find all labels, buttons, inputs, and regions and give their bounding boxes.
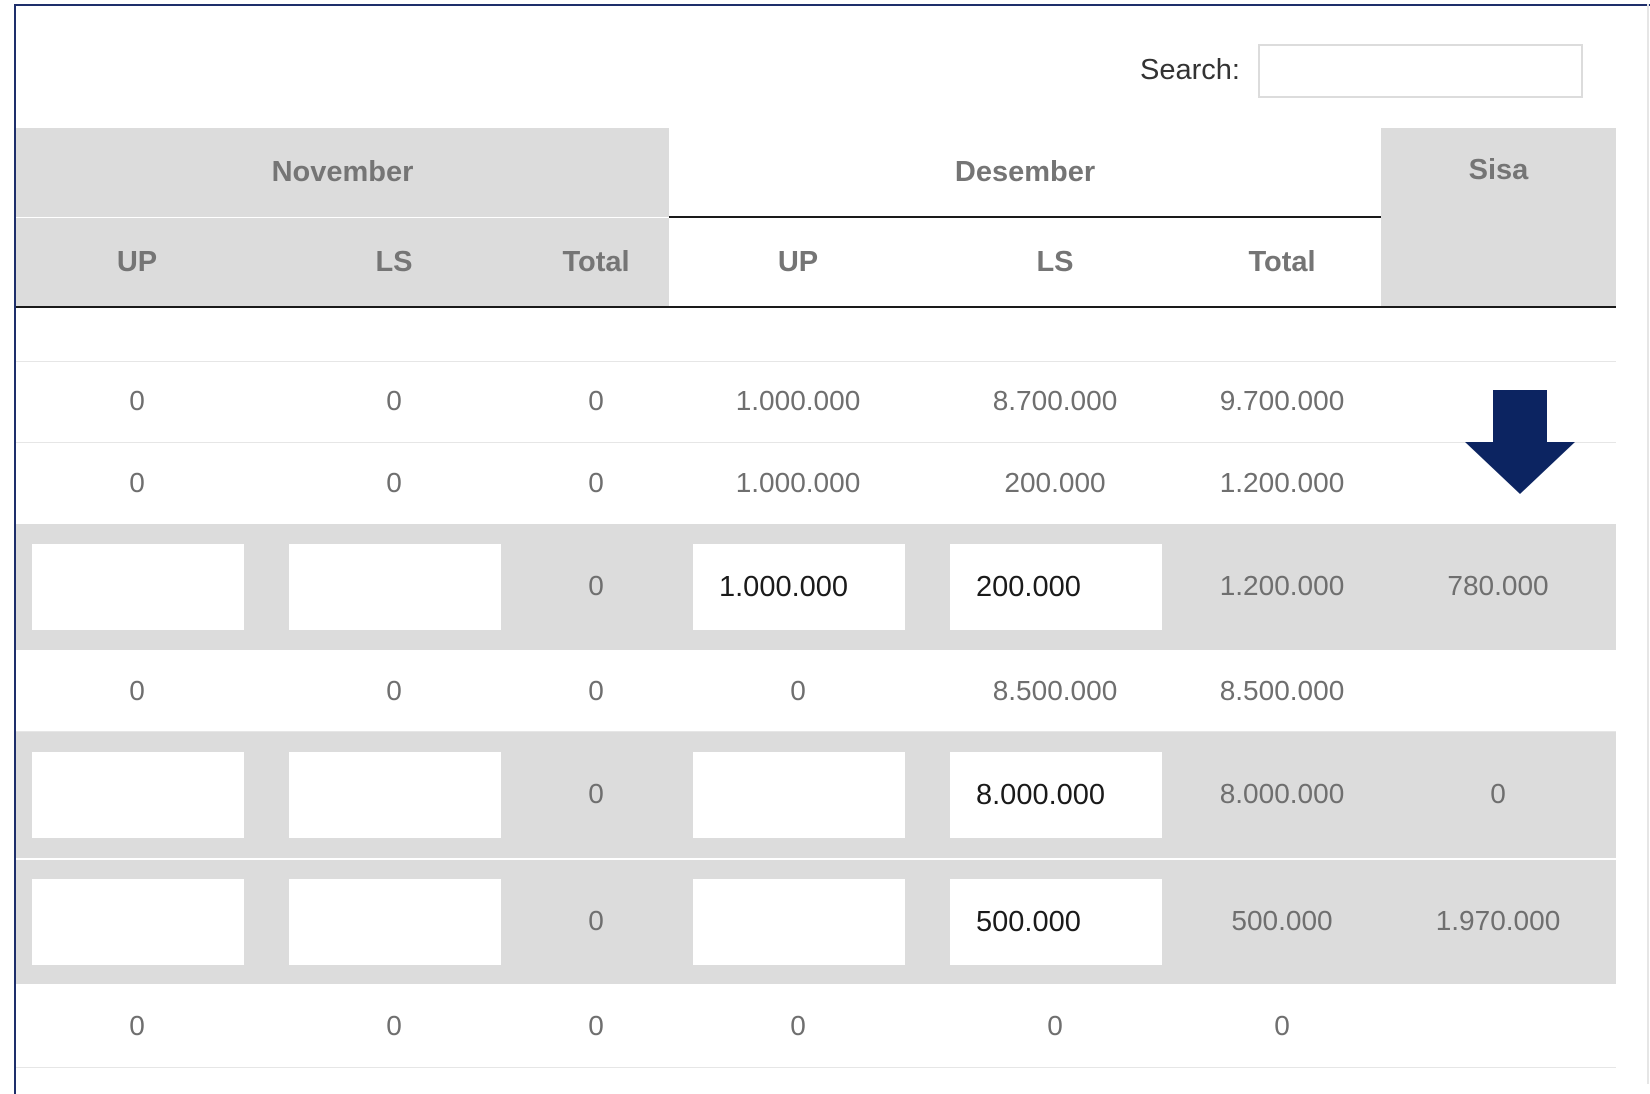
table-cell-sisa: 0 — [1490, 778, 1506, 809]
nov-up-input[interactable] — [32, 879, 244, 965]
table-cell: 0 — [1274, 1010, 1290, 1041]
table-cell: 0 — [588, 905, 604, 936]
table-cell: 1.000.000 — [735, 467, 861, 498]
table-cell: 0 — [1047, 1010, 1063, 1041]
table-cell: 1.000.000 — [735, 385, 861, 416]
nov-up-input[interactable] — [32, 752, 244, 838]
table-cell: 200.000 — [1004, 467, 1106, 498]
table-cell: 0 — [129, 1010, 145, 1041]
table-cell: 8.500.000 — [1219, 675, 1345, 706]
column-header-nov-total[interactable]: Total — [481, 218, 711, 307]
table-cell: 8.000.000 — [1219, 778, 1345, 809]
table-cell: 0 — [790, 1010, 806, 1041]
table-cell: 8.700.000 — [992, 385, 1118, 416]
table-cell: 0 — [129, 385, 145, 416]
search-label: Search: — [1140, 54, 1240, 86]
table-cell: 0 — [588, 778, 604, 809]
table-cell: 0 — [386, 467, 402, 498]
nov-ls-input[interactable] — [289, 544, 501, 630]
table-cell: 0 — [588, 570, 604, 601]
table-cell: 0 — [588, 467, 604, 498]
arrow-down-icon — [1465, 390, 1575, 494]
table-cell: 0 — [129, 467, 145, 498]
column-header-des-ls[interactable]: LS — [940, 218, 1170, 307]
column-header-des-total[interactable]: Total — [1167, 218, 1397, 307]
table-cell: 0 — [588, 385, 604, 416]
column-header-nov-ls[interactable]: LS — [279, 218, 509, 307]
search-input[interactable] — [1258, 44, 1583, 98]
des-up-input[interactable] — [693, 752, 905, 838]
header-bottom-border — [16, 306, 1616, 308]
des-up-input[interactable] — [693, 544, 905, 630]
table-cell: 0 — [386, 1010, 402, 1041]
table-cell: 9.700.000 — [1219, 385, 1345, 416]
column-header-nov-up[interactable]: UP — [22, 218, 252, 307]
table-cell: 0 — [129, 675, 145, 706]
table-cell: 1.200.000 — [1219, 467, 1345, 498]
table-cell: 1.200.000 — [1219, 570, 1345, 601]
des-ls-input[interactable] — [950, 544, 1162, 630]
table-cell: 0 — [386, 675, 402, 706]
group-header-desember: Desember — [954, 156, 1096, 188]
des-ls-input[interactable] — [950, 752, 1162, 838]
table-cell: 500.000 — [1231, 905, 1333, 936]
nov-up-input[interactable] — [32, 544, 244, 630]
nov-ls-input[interactable] — [289, 752, 501, 838]
des-up-input[interactable] — [693, 879, 905, 965]
column-header-des-up[interactable]: UP — [683, 218, 913, 307]
scrollbar-track — [1647, 4, 1649, 1084]
table-cell-sisa: 1.970.000 — [1435, 905, 1561, 936]
table-cell: 0 — [386, 385, 402, 416]
nov-ls-input[interactable] — [289, 879, 501, 965]
row-divider — [16, 442, 1616, 443]
table-cell: 0 — [588, 1010, 604, 1041]
column-header-sisa[interactable]: Sisa — [1381, 128, 1616, 307]
table-cell: 8.500.000 — [992, 675, 1118, 706]
table-cell-sisa: 780.000 — [1447, 570, 1549, 601]
des-ls-input[interactable] — [950, 879, 1162, 965]
table-cell: 0 — [790, 675, 806, 706]
table-cell: 0 — [588, 675, 604, 706]
row-divider — [16, 1067, 1616, 1068]
group-header-november: November — [16, 128, 669, 217]
row-divider — [16, 361, 1616, 362]
